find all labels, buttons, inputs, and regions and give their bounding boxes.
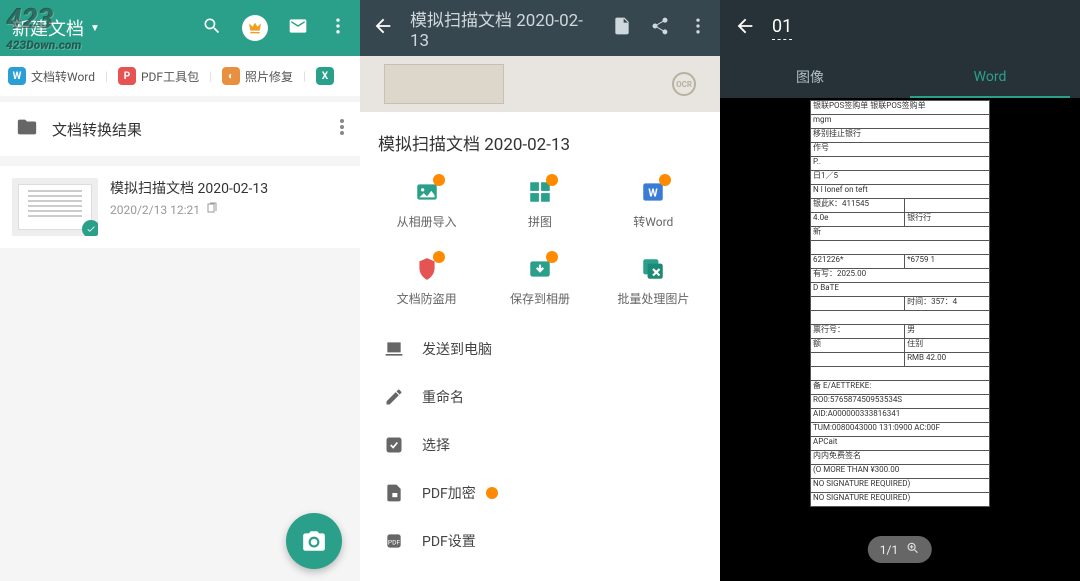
- document-thumbnail: [12, 178, 98, 236]
- search-icon[interactable]: [202, 16, 222, 40]
- word-sheet: 银联POS签购单 银联POS签购单mgm移别挂止银行作号P..日1／5N l l…: [810, 100, 990, 507]
- row-pdf-settings[interactable]: PDFPDF设置: [360, 517, 720, 565]
- action-list: 发送到电脑 重命名 选择 PDF加密 PDFPDF设置 邮件发送给自己: [360, 319, 720, 581]
- chip-pdf[interactable]: PPDF工具包: [118, 67, 199, 85]
- pager: 1/1: [868, 536, 932, 563]
- tab-image[interactable]: 图像: [720, 56, 900, 98]
- ocr-icon[interactable]: OCR: [672, 72, 696, 96]
- page-title[interactable]: 01: [772, 16, 792, 40]
- row-pdf-encrypt[interactable]: PDF加密: [360, 469, 720, 517]
- back-icon[interactable]: [734, 15, 756, 41]
- row-send-pc[interactable]: 发送到电脑: [360, 325, 720, 373]
- folder-icon: [16, 116, 38, 142]
- title-dropdown[interactable]: 新建文档▼: [12, 15, 202, 41]
- share-icon[interactable]: [650, 16, 670, 40]
- grid-toword[interactable]: W转Word: [597, 165, 710, 242]
- preview-thumb: [384, 64, 504, 104]
- panel-word-preview: 01 图像 Word 银联POS签购单 银联POS签购单mgm移别挂止银行作号P…: [720, 0, 1080, 581]
- zoom-icon[interactable]: [906, 541, 920, 558]
- conversion-results[interactable]: 文档转换结果: [0, 102, 360, 156]
- chip-photo[interactable]: ◐照片修复: [222, 67, 293, 85]
- sync-ok-icon: [82, 220, 98, 236]
- panel-document-actions: 模拟扫描文档 2020-02-13 OCR 模拟扫描文档 2020-02-13 …: [360, 0, 720, 581]
- doc-title: 模拟扫描文档 2020-02-13: [360, 112, 720, 165]
- preview-tabs: 图像 Word: [720, 56, 1080, 98]
- grid-save[interactable]: 保存到相册: [483, 242, 596, 319]
- action-grid: 从相册导入 拼图 W转Word 文档防盗用 保存到相册 批量处理图片: [360, 165, 720, 319]
- more-icon[interactable]: [340, 119, 344, 139]
- card-title: 模拟扫描文档 2020-02-13: [110, 178, 268, 198]
- pdf-icon[interactable]: [612, 16, 632, 40]
- chip-excel[interactable]: X: [316, 67, 334, 85]
- section-title: 文档转换结果: [52, 119, 326, 140]
- svg-text:W: W: [649, 186, 659, 199]
- feature-chips: W文档转Word | PPDF工具包 | ◐照片修复 | X: [0, 56, 360, 96]
- grid-antitheft[interactable]: 文档防盗用: [370, 242, 483, 319]
- chevron-down-icon: ▼: [90, 23, 100, 34]
- preview-strip[interactable]: OCR: [360, 56, 720, 112]
- document-card[interactable]: 模拟扫描文档 2020-02-13 2020/2/13 12:21: [0, 166, 360, 248]
- grid-import[interactable]: 从相册导入: [370, 165, 483, 242]
- document-viewport[interactable]: 银联POS签购单 银联POS签购单mgm移别挂止银行作号P..日1／5N l l…: [720, 98, 1080, 581]
- row-select[interactable]: 选择: [360, 421, 720, 469]
- crown-icon[interactable]: [242, 15, 268, 41]
- new-badge-icon: [486, 487, 498, 499]
- back-icon[interactable]: [372, 15, 394, 41]
- camera-fab[interactable]: [286, 513, 342, 569]
- panel-document-list: 423 423Down.com 新建文档▼ W文档转Word | PPDF工具包…: [0, 0, 360, 581]
- chip-word[interactable]: W文档转Word: [8, 67, 95, 85]
- more-icon[interactable]: [328, 16, 348, 40]
- grid-batch[interactable]: 批量处理图片: [597, 242, 710, 319]
- row-rename[interactable]: 重命名: [360, 373, 720, 421]
- card-subtitle: 2020/2/13 12:21: [110, 202, 268, 217]
- preview-header: 01: [720, 0, 1080, 56]
- mail-icon[interactable]: [288, 16, 308, 40]
- svg-text:PDF: PDF: [388, 538, 401, 546]
- pages-icon: [206, 202, 218, 217]
- more-icon[interactable]: [688, 16, 708, 40]
- header-title: 模拟扫描文档 2020-02-13: [410, 6, 596, 51]
- doc-header: 模拟扫描文档 2020-02-13: [360, 0, 720, 56]
- grid-collage[interactable]: 拼图: [483, 165, 596, 242]
- app-header: 新建文档▼: [0, 0, 360, 56]
- row-email-self[interactable]: 邮件发送给自己: [360, 565, 720, 581]
- tab-word[interactable]: Word: [900, 56, 1080, 98]
